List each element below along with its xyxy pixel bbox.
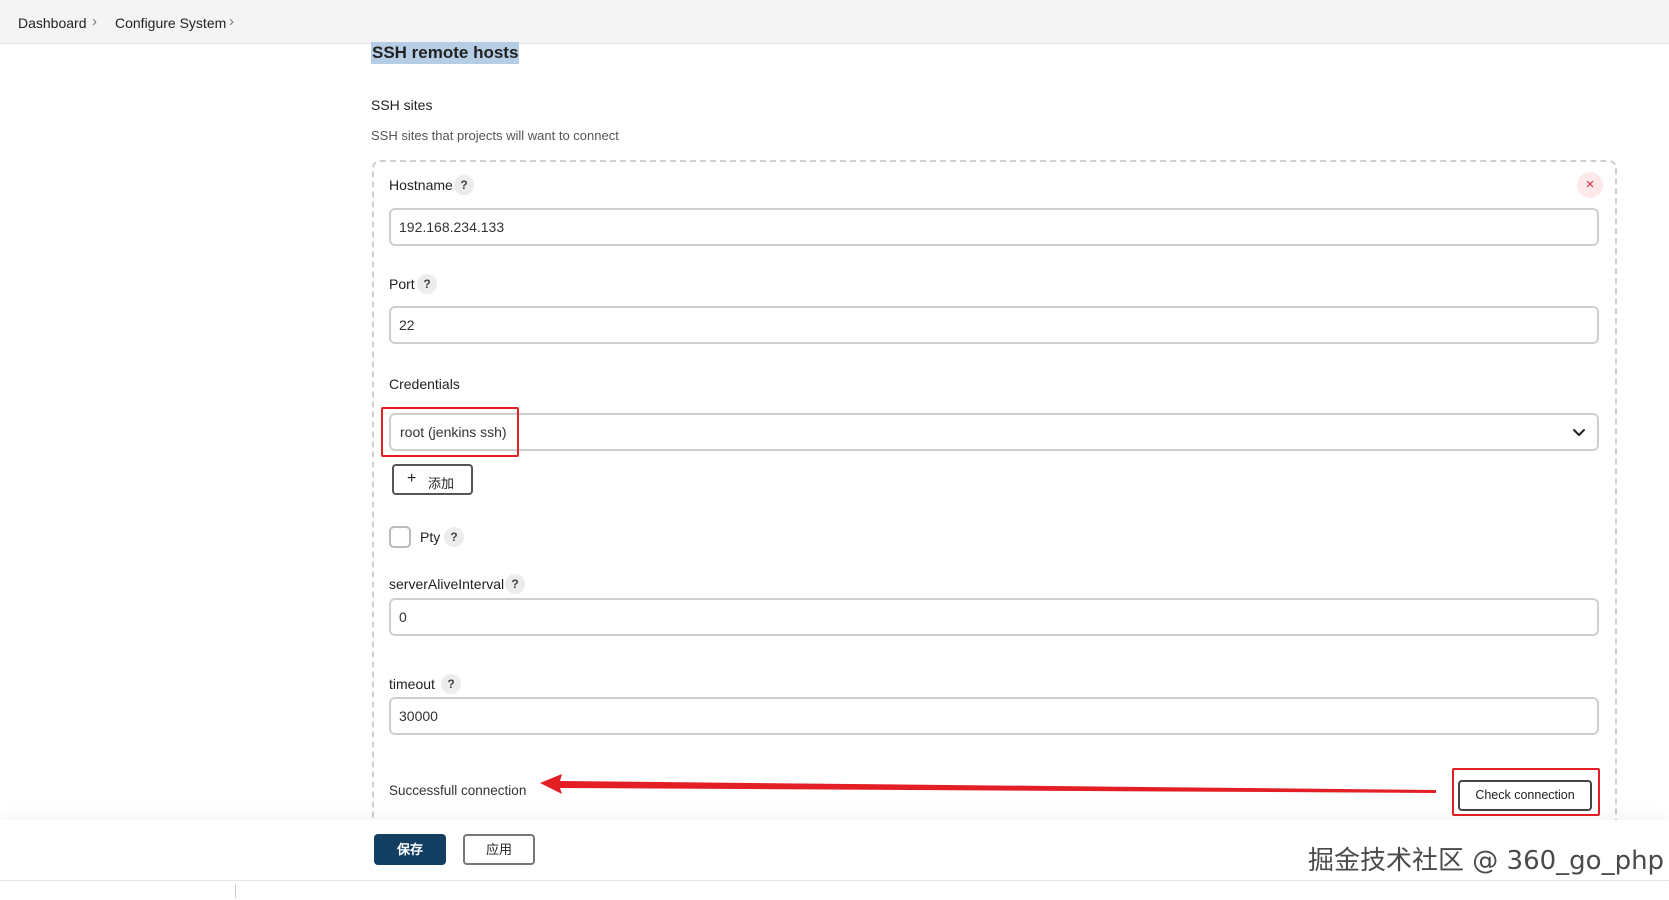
- server-alive-interval-label: serverAliveInterval: [389, 576, 505, 592]
- server-alive-interval-input[interactable]: 0: [389, 598, 1599, 636]
- close-icon[interactable]: ×: [1577, 172, 1603, 198]
- help-icon[interactable]: ?: [441, 674, 461, 694]
- hostname-input[interactable]: 192.168.234.133: [389, 208, 1599, 246]
- plus-icon: +: [407, 470, 417, 487]
- help-icon[interactable]: ?: [454, 175, 474, 195]
- timeout-input[interactable]: 30000: [389, 697, 1599, 735]
- bottom-divider: [0, 880, 1669, 881]
- bottom-divider-tick: [235, 884, 236, 898]
- chevron-down-icon: [1573, 429, 1585, 436]
- save-button[interactable]: 保存: [374, 834, 446, 865]
- help-icon[interactable]: ?: [505, 574, 525, 594]
- breadcrumb-dashboard[interactable]: Dashboard: [18, 15, 87, 31]
- section-title: SSH remote hosts: [371, 42, 520, 64]
- credentials-highlight: [381, 407, 519, 457]
- add-credentials-button[interactable]: + 添加: [392, 464, 473, 495]
- add-credentials-label: 添加: [428, 476, 455, 491]
- credentials-label: Credentials: [389, 376, 460, 392]
- breadcrumb-configure-system[interactable]: Configure System: [115, 15, 226, 31]
- ssh-site-entry: [372, 160, 1617, 860]
- timeout-label: timeout: [389, 676, 435, 692]
- ssh-sites-description: SSH sites that projects will want to con…: [371, 128, 619, 143]
- breadcrumb-bar: Dashboard › Configure System ›: [0, 0, 1669, 44]
- apply-button[interactable]: 应用: [463, 834, 535, 865]
- pty-checkbox[interactable]: [389, 526, 411, 548]
- hostname-label: Hostname: [389, 177, 453, 193]
- port-input[interactable]: 22: [389, 306, 1599, 344]
- port-label: Port: [389, 276, 415, 292]
- credentials-select[interactable]: root (jenkins ssh): [389, 413, 1599, 451]
- help-icon[interactable]: ?: [444, 527, 464, 547]
- connection-status: Successfull connection: [389, 783, 527, 798]
- watermark: 掘金技术社区 @ 360_go_php: [1308, 846, 1665, 876]
- help-icon[interactable]: ?: [417, 274, 437, 294]
- chevron-right-icon: ›: [92, 13, 97, 30]
- annotation-arrow: [540, 774, 1436, 794]
- check-connection-highlight: [1452, 768, 1600, 816]
- chevron-right-icon[interactable]: ›: [229, 13, 234, 30]
- ssh-sites-heading: SSH sites: [371, 97, 433, 113]
- pty-label: Pty: [420, 529, 441, 545]
